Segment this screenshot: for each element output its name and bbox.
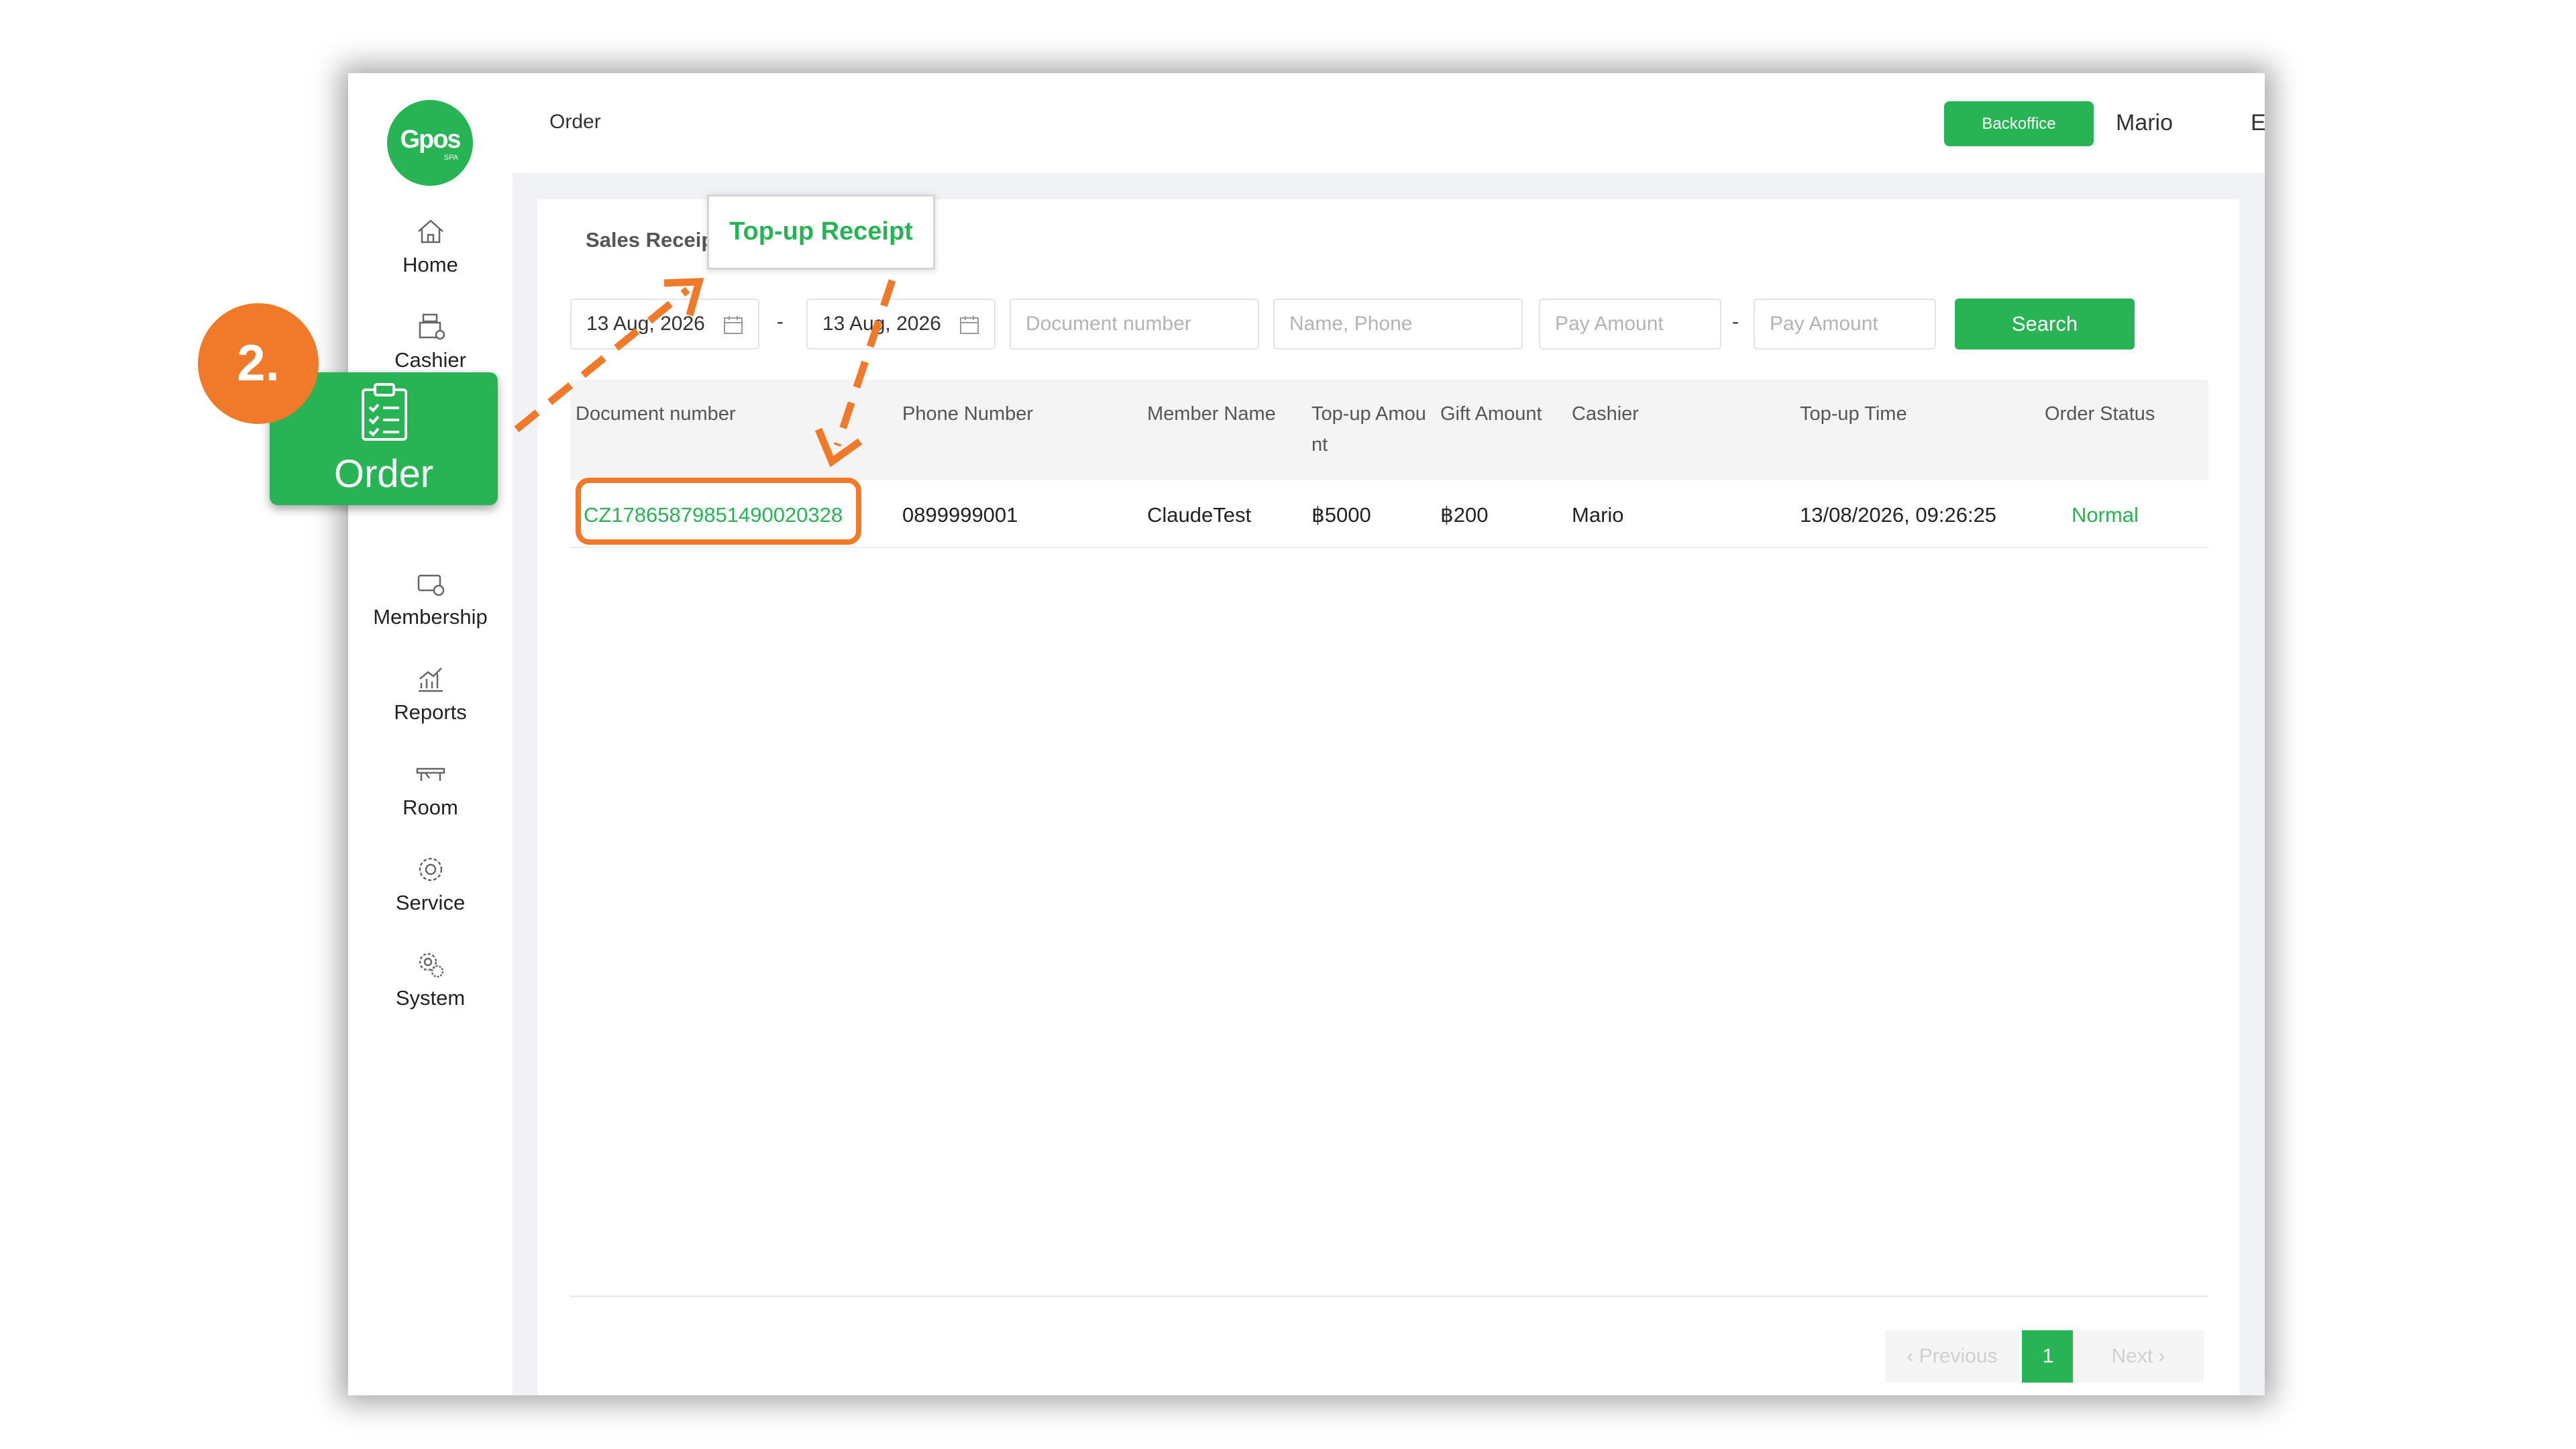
gpos-logo[interactable]: Gpos SPA bbox=[387, 100, 473, 186]
column-header-cashier: Cashier bbox=[1572, 403, 1639, 425]
sidebar-item-label: Home bbox=[402, 253, 458, 276]
order-callout-label: Order bbox=[333, 452, 434, 496]
search-button[interactable]: Search bbox=[1955, 299, 2135, 350]
name-phone-input[interactable]: Name, Phone bbox=[1273, 299, 1523, 350]
cash-register-icon bbox=[419, 313, 445, 340]
pagination-page-1[interactable]: 1 bbox=[2022, 1330, 2074, 1383]
home-icon bbox=[417, 219, 443, 244]
sidebar-item-reports[interactable]: Reports bbox=[348, 661, 513, 724]
calendar-icon bbox=[724, 316, 743, 334]
table-footer-divider bbox=[570, 1295, 2208, 1297]
chart-icon bbox=[418, 667, 443, 692]
cell-topup-time: 13/08/2026, 09:26:25 bbox=[1800, 503, 1997, 527]
cell-topup-amount: ฿5000 bbox=[1311, 503, 1371, 527]
column-header-topup-amount: Top-up Amou nt bbox=[1311, 403, 1426, 455]
column-header-phone: Phone Number bbox=[902, 403, 1034, 425]
sidebar-item-label: Room bbox=[402, 796, 458, 819]
backoffice-button[interactable]: Backoffice bbox=[1944, 101, 2094, 146]
end-date-value: 13 Aug, 2026 bbox=[822, 313, 941, 335]
start-date-picker[interactable]: 13 Aug, 2026 bbox=[570, 299, 759, 350]
language-label: EN bbox=[2251, 110, 2265, 136]
receipt-panel bbox=[537, 199, 2239, 1395]
sidebar-item-label: Cashier bbox=[394, 348, 466, 372]
pagination-previous[interactable]: ‹ Previous bbox=[1885, 1330, 2019, 1383]
user-name[interactable]: Mario bbox=[2116, 110, 2173, 136]
page-title: Order bbox=[549, 111, 601, 133]
sidebar-item-room[interactable]: Room bbox=[348, 757, 513, 820]
sidebar-item-home[interactable]: Home bbox=[348, 214, 513, 277]
sidebar-item-label: Reports bbox=[394, 700, 467, 724]
column-header-member: Member Name bbox=[1147, 403, 1276, 425]
sidebar-item-label: Membership bbox=[373, 605, 488, 629]
tab-sales-receipt[interactable]: Sales Receipt bbox=[586, 228, 721, 252]
top-bar: Order Backoffice Mario EN⌄ bbox=[513, 73, 2265, 172]
sidebar-item-membership[interactable]: Membership bbox=[348, 566, 513, 629]
status-badge: Normal bbox=[2072, 503, 2139, 527]
amount-range-separator: - bbox=[1732, 311, 1739, 333]
cell-phone: 0899999001 bbox=[902, 503, 1018, 527]
member-card-icon bbox=[417, 574, 444, 596]
end-date-picker[interactable]: 13 Aug, 2026 bbox=[806, 299, 996, 350]
column-header-document: Document number bbox=[576, 403, 736, 425]
document-highlight-box bbox=[576, 478, 861, 545]
logo-text: Gpos bbox=[400, 125, 461, 154]
gear-icon bbox=[419, 953, 443, 978]
column-header-topup-time: Top-up Time bbox=[1800, 403, 1907, 425]
language-selector[interactable]: EN⌄ bbox=[2251, 110, 2265, 136]
bed-icon bbox=[416, 767, 445, 781]
sidebar-item-label: Service bbox=[395, 891, 466, 914]
pagination-next-label: Next bbox=[2111, 1345, 2153, 1367]
column-header-order-status: Order Status bbox=[2045, 403, 2155, 425]
service-icon bbox=[419, 857, 442, 881]
tab-topup-receipt[interactable]: Top-up Receipt bbox=[707, 195, 935, 270]
pagination-previous-label: Previous bbox=[1919, 1345, 1998, 1367]
sidebar-item-cashier[interactable]: Cashier bbox=[348, 309, 513, 372]
sidebar: Gpos SPA Home Cashier Membership Reports… bbox=[348, 73, 513, 1395]
logo-subtext: SPA bbox=[443, 154, 458, 162]
sidebar-item-service[interactable]: Service bbox=[348, 852, 513, 915]
cell-cashier: Mario bbox=[1572, 503, 1624, 527]
table-header: Document number Phone Number Member Name… bbox=[570, 380, 2208, 480]
cell-gift-amount: ฿200 bbox=[1440, 503, 1489, 527]
date-range-separator: - bbox=[777, 311, 784, 333]
pagination-next[interactable]: Next › bbox=[2073, 1330, 2204, 1383]
cell-member-name: ClaudeTest bbox=[1147, 503, 1252, 527]
start-date-value: 13 Aug, 2026 bbox=[586, 313, 705, 335]
sidebar-item-system[interactable]: System bbox=[348, 947, 513, 1010]
pay-amount-min-input[interactable]: Pay Amount bbox=[1539, 299, 1721, 350]
sidebar-item-label: System bbox=[395, 986, 466, 1010]
clipboard-icon bbox=[362, 383, 407, 441]
pay-amount-max-input[interactable]: Pay Amount bbox=[1754, 299, 1936, 350]
column-header-gift-amount: Gift Amount bbox=[1440, 403, 1542, 425]
calendar-icon bbox=[960, 316, 979, 334]
step-number-badge: 2. bbox=[198, 303, 319, 424]
document-number-input[interactable]: Document number bbox=[1010, 299, 1259, 350]
